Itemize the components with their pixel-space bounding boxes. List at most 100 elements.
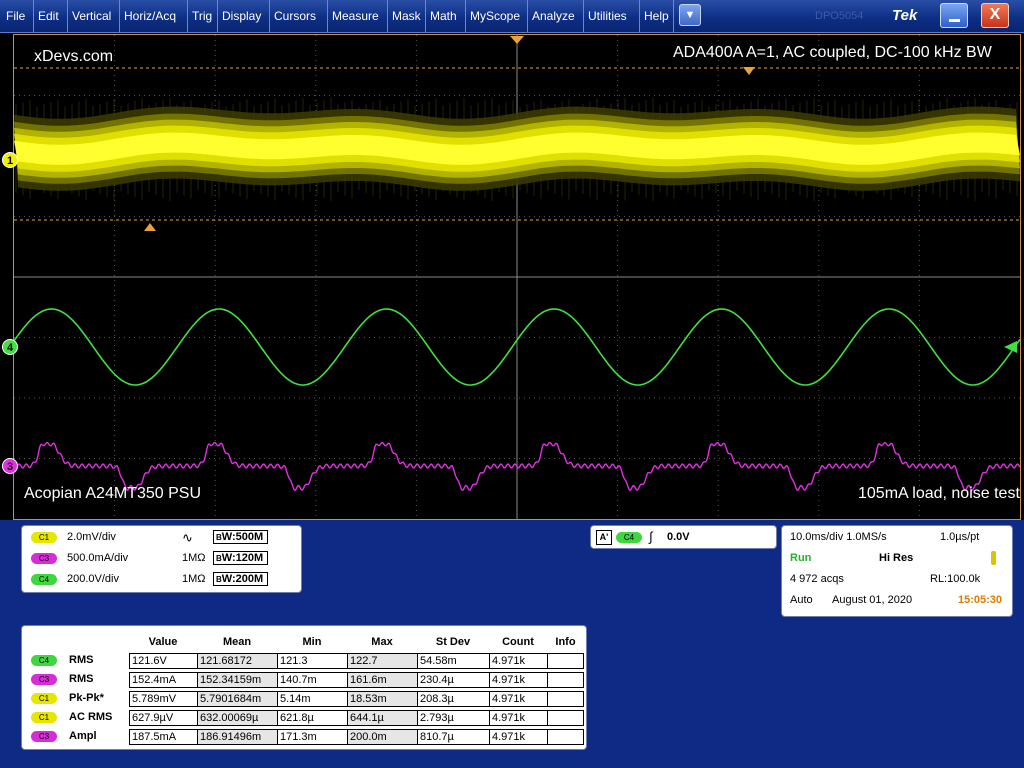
trigger-position-marker [510, 36, 524, 44]
measurement-info [547, 691, 584, 707]
measurement-mean: 186.91496m [197, 729, 278, 745]
measurement-source-badge: C3 [31, 674, 57, 685]
ch4-badge[interactable]: C4 [31, 574, 57, 585]
measurement-min: 171.3m [277, 729, 348, 745]
measurement-min: 140.7m [277, 672, 348, 688]
measurement-mean: 632.00069µ [197, 710, 278, 726]
menu-bar: File Edit Vertical Horiz/Acq Trig Displa… [0, 0, 1024, 33]
ch3-ground-marker[interactable]: 3 [2, 458, 18, 474]
probe-note: ADA400A A=1, AC coupled, DC-100 kHz BW [673, 44, 992, 61]
rising-edge-icon: ∫ [649, 529, 653, 544]
measurement-value: 152.4mA [129, 672, 198, 688]
trigger-mode: Auto [790, 594, 813, 606]
header-count: Count [502, 636, 534, 648]
measurement-count: 4.971k [489, 691, 548, 707]
trigger-a-label: A' [596, 530, 612, 545]
measurement-max: 200.0m [347, 729, 418, 745]
ch4-impedance: 1MΩ [182, 573, 206, 585]
timebase: 10.0ms/div 1.0MS/s [790, 531, 887, 543]
measurement-info [547, 710, 584, 726]
measurement-value: 5.789mV [129, 691, 198, 707]
waveform-display[interactable] [14, 35, 1020, 519]
ch1-ground-marker[interactable]: 1 [2, 152, 18, 168]
ac-coupling-icon: ∿ [182, 530, 193, 545]
dut-note: Acopian A24MT350 PSU [24, 485, 201, 502]
measurement-count: 4.971k [489, 729, 548, 745]
measurement-value: 121.6V [129, 653, 198, 669]
measurement-source-badge: C3 [31, 731, 57, 742]
measurement-stdev: 54.58m [417, 653, 490, 669]
measurement-info [547, 653, 584, 669]
measurement-name: Ampl [69, 730, 97, 742]
menu-cursors[interactable]: Cursors [270, 0, 328, 32]
measurement-max: 161.6m [347, 672, 418, 688]
measurement-source-badge: C1 [31, 693, 57, 704]
header-value: Value [148, 636, 178, 648]
measurement-mean: 5.7901684m [197, 691, 278, 707]
measurement-stdev: 208.3µ [417, 691, 490, 707]
ch3-impedance: 1MΩ [182, 552, 206, 564]
measurement-name: RMS [69, 654, 94, 666]
ch1-bandwidth: BW:500M [213, 530, 268, 544]
load-note: 105mA load, noise test [858, 485, 1020, 502]
measurement-source-badge: C4 [31, 655, 57, 666]
menu-dropdown-button[interactable]: ▼ [679, 4, 701, 26]
date: August 01, 2020 [832, 594, 913, 606]
header-mean: Mean [222, 636, 252, 648]
menu-utilities[interactable]: Utilities [584, 0, 640, 32]
menu-file[interactable]: File [2, 0, 34, 32]
acquisition-settings[interactable]: 10.0ms/div 1.0MS/s 1.0µs/pt Run Hi Res 4… [781, 525, 1013, 617]
ch4-ground-marker[interactable]: 4 [2, 339, 18, 355]
run-state[interactable]: Run [790, 552, 811, 564]
menu-vertical[interactable]: Vertical [68, 0, 120, 32]
brand-logo: Tek [892, 7, 918, 24]
header-info: Info [555, 636, 576, 648]
measurement-min: 621.8µ [277, 710, 348, 726]
trigger-source-badge[interactable]: C4 [616, 532, 642, 543]
menu-mask[interactable]: Mask [388, 0, 426, 32]
header-stdev: St Dev [435, 636, 471, 648]
measurement-max: 18.53m [347, 691, 418, 707]
measurement-count: 4.971k [489, 710, 548, 726]
minimize-icon [949, 19, 960, 22]
acq-count: 4 972 acqs [790, 573, 844, 585]
measurement-count: 4.971k [489, 653, 548, 669]
measurement-info [547, 729, 584, 745]
measurement-stdev: 230.4µ [417, 672, 490, 688]
ch3-badge[interactable]: C3 [31, 553, 57, 564]
trigger-level: 0.0V [667, 531, 690, 543]
measurement-value: 627.9µV [129, 710, 198, 726]
menu-myscope[interactable]: MyScope [466, 0, 528, 32]
resolution: 1.0µs/pt [940, 531, 980, 543]
menu-help[interactable]: Help [640, 0, 674, 32]
menu-trig[interactable]: Trig [188, 0, 218, 32]
ch1-badge[interactable]: C1 [31, 532, 57, 543]
ch4-bandwidth: BW:200M [213, 572, 268, 586]
measurement-name: AC RMS [69, 711, 113, 723]
menu-analyze[interactable]: Analyze [528, 0, 584, 32]
cursor-a-marker [743, 67, 755, 75]
channel-settings[interactable]: C1 2.0mV/div ∿ BW:500M C3 500.0mA/div 1M… [21, 525, 302, 593]
measurement-value: 187.5mA [129, 729, 198, 745]
ch4-right-arrow-icon [1004, 341, 1017, 353]
measurement-max: 122.7 [347, 653, 418, 669]
menu-display[interactable]: Display [218, 0, 270, 32]
menu-math[interactable]: Math [426, 0, 466, 32]
measurement-min: 5.14m [277, 691, 348, 707]
measurement-stdev: 2.793µ [417, 710, 490, 726]
measurement-max: 644.1µ [347, 710, 418, 726]
measurement-min: 121.3 [277, 653, 348, 669]
ch4-scale: 200.0V/div [67, 573, 119, 585]
header-min: Min [302, 636, 322, 648]
close-button[interactable]: X [981, 3, 1009, 28]
minimize-button[interactable] [940, 3, 968, 28]
acq-mode: Hi Res [879, 552, 914, 564]
menu-edit[interactable]: Edit [34, 0, 68, 32]
trigger-settings[interactable]: A' C4 ∫ 0.0V [590, 525, 777, 549]
thermometer-icon [991, 551, 996, 565]
time: 15:05:30 [958, 594, 1003, 606]
measurement-table[interactable]: Value Mean Min Max St Dev Count Info C4 R… [21, 625, 587, 750]
measurement-info [547, 672, 584, 688]
menu-measure[interactable]: Measure [328, 0, 388, 32]
menu-horiz-acq[interactable]: Horiz/Acq [120, 0, 188, 32]
